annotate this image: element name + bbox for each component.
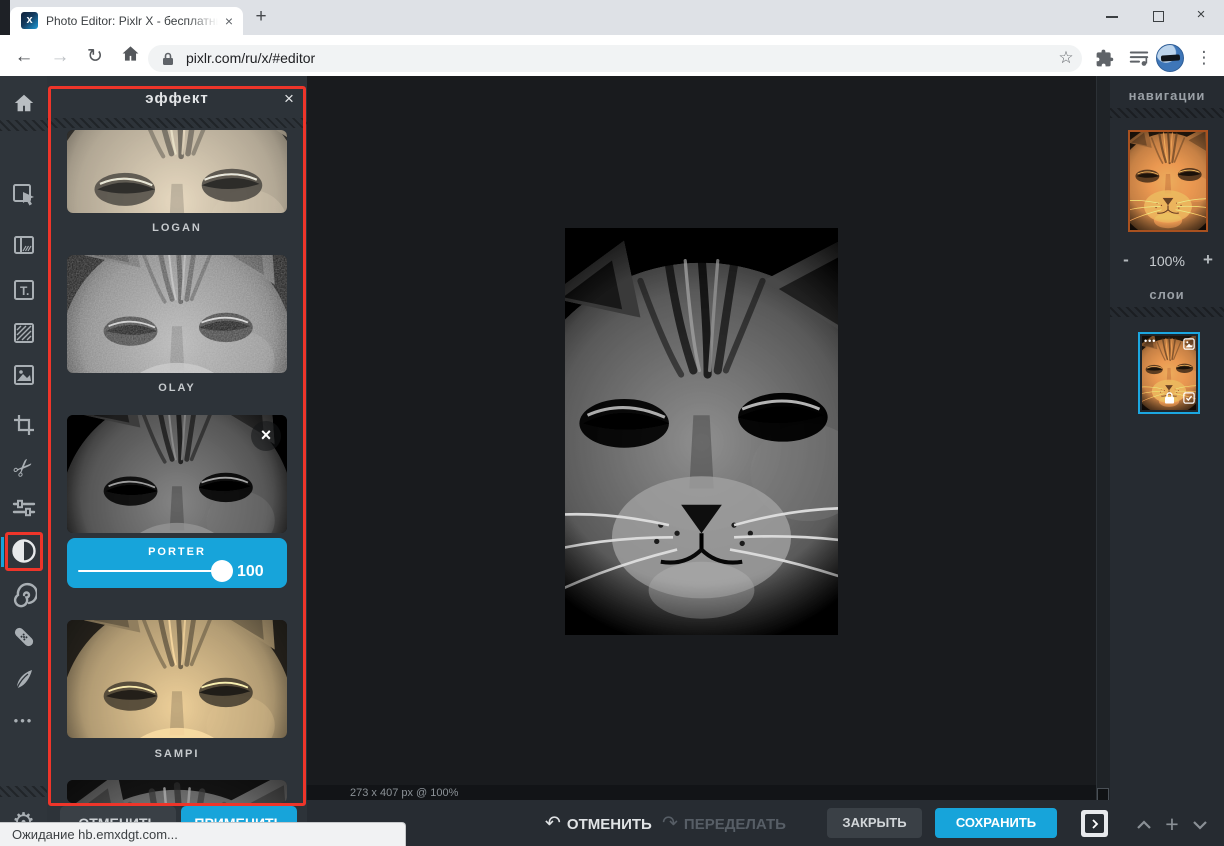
window-close-button[interactable]: × [1178, 0, 1224, 32]
undo-label: ОТМЕНИТЬ [566, 816, 652, 833]
zoom-in-button[interactable]: + [1199, 250, 1217, 270]
window-minimize-button[interactable] [1089, 0, 1135, 32]
redo-button: ↷ ПЕРЕДЕЛАТЬ [662, 812, 786, 835]
add-image-tool-icon[interactable] [0, 358, 47, 392]
home-tool-icon[interactable] [0, 86, 47, 120]
canvas-image[interactable] [565, 228, 838, 635]
annotation-tool-highlight [5, 532, 43, 571]
lock-icon [163, 52, 173, 65]
workspace-scrollbar[interactable] [1096, 76, 1110, 800]
layers-hatch [1110, 307, 1224, 317]
layer-menu-icon[interactable]: ••• [1144, 336, 1156, 346]
navigation-hatch [1110, 108, 1224, 118]
layers-panel-title: слои [1149, 287, 1185, 302]
layer-lock-icon[interactable] [1164, 391, 1175, 409]
pixlr-favicon-icon: x [21, 12, 38, 29]
browser-avatar[interactable] [1156, 44, 1184, 72]
new-tab-button[interactable]: + [249, 5, 273, 29]
avatar-sunglasses [1160, 54, 1181, 62]
undo-button[interactable]: ↶ ОТМЕНИТЬ [545, 812, 652, 835]
tab-title: Photo Editor: Pixlr X - бесплатны [46, 14, 218, 28]
move-layer-down-icon[interactable] [1189, 815, 1211, 835]
layer-item-selected[interactable]: ••• [1138, 332, 1200, 414]
redo-icon: ↷ [662, 813, 678, 834]
text-tool-icon[interactable]: T. [0, 273, 47, 307]
navigation-panel-title: навигации [1128, 88, 1206, 103]
crop-tool-icon[interactable] [0, 408, 47, 442]
layout-tool-icon[interactable] [0, 228, 47, 262]
zoom-out-button[interactable]: - [1117, 250, 1135, 270]
adjust-tool-icon[interactable] [0, 491, 47, 525]
liquify-tool-icon[interactable] [0, 578, 47, 612]
retouch-tool-icon[interactable] [0, 620, 47, 654]
minimize-icon [1106, 16, 1118, 18]
navigation-thumbnail[interactable] [1128, 130, 1208, 232]
arrange-tool-icon[interactable] [0, 178, 47, 212]
draw-tool-icon[interactable] [0, 662, 47, 696]
save-button[interactable]: СОХРАНИТЬ [935, 808, 1057, 838]
sidebar-divider-hatch [0, 120, 47, 131]
layer-visibility-check-icon[interactable] [1183, 391, 1195, 409]
sidebar-bottom-hatch [0, 786, 47, 797]
browser-menu-icon[interactable]: ⋮ [1193, 46, 1215, 70]
undo-icon: ↶ [545, 813, 561, 834]
zoom-level-value: 100% [1149, 253, 1185, 269]
window-frame-corner [0, 0, 10, 35]
extensions-puzzle-icon[interactable] [1094, 48, 1115, 74]
canvas-dimensions-label: 273 x 407 px @ 100% [350, 787, 459, 799]
tab-close-icon[interactable]: × [220, 12, 238, 30]
url-text[interactable]: pixlr.com/ru/x/#editor [186, 50, 315, 66]
active-tool-indicator [1, 537, 4, 567]
forward-icon: → [50, 46, 70, 67]
maximize-icon [1153, 11, 1164, 22]
reload-icon[interactable]: ↻ [82, 44, 108, 70]
window-maximize-button[interactable] [1135, 0, 1181, 32]
more-tools-icon[interactable]: ••• [0, 703, 47, 737]
playlist-extension-icon[interactable] [1128, 48, 1150, 73]
chevron-right-icon [1085, 814, 1104, 833]
redo-label: ПЕРЕДЕЛАТЬ [683, 816, 786, 833]
browser-tab[interactable]: x Photo Editor: Pixlr X - бесплатны × [10, 7, 243, 35]
annotation-panel-highlight [48, 86, 306, 806]
bookmark-star-icon[interactable]: ☆ [1055, 47, 1077, 69]
add-layer-button[interactable]: + [1160, 810, 1184, 838]
browser-status-bubble: Ожидание hb.emxdgt.com... [0, 822, 406, 846]
status-text: Ожидание hb.emxdgt.com... [12, 827, 178, 842]
collapse-panel-button[interactable] [1081, 810, 1108, 837]
pixlr-editor-window: x Photo Editor: Pixlr X - бесплатны × + … [0, 0, 1224, 846]
back-icon[interactable]: ← [11, 44, 37, 70]
layer-type-image-icon [1183, 337, 1195, 355]
home-icon[interactable] [117, 44, 143, 70]
svg-text:T.: T. [20, 284, 29, 298]
move-layer-up-icon[interactable] [1133, 815, 1155, 835]
fill-tool-icon[interactable] [0, 316, 47, 350]
close-file-button[interactable]: ЗАКРЫТЬ [827, 808, 922, 838]
